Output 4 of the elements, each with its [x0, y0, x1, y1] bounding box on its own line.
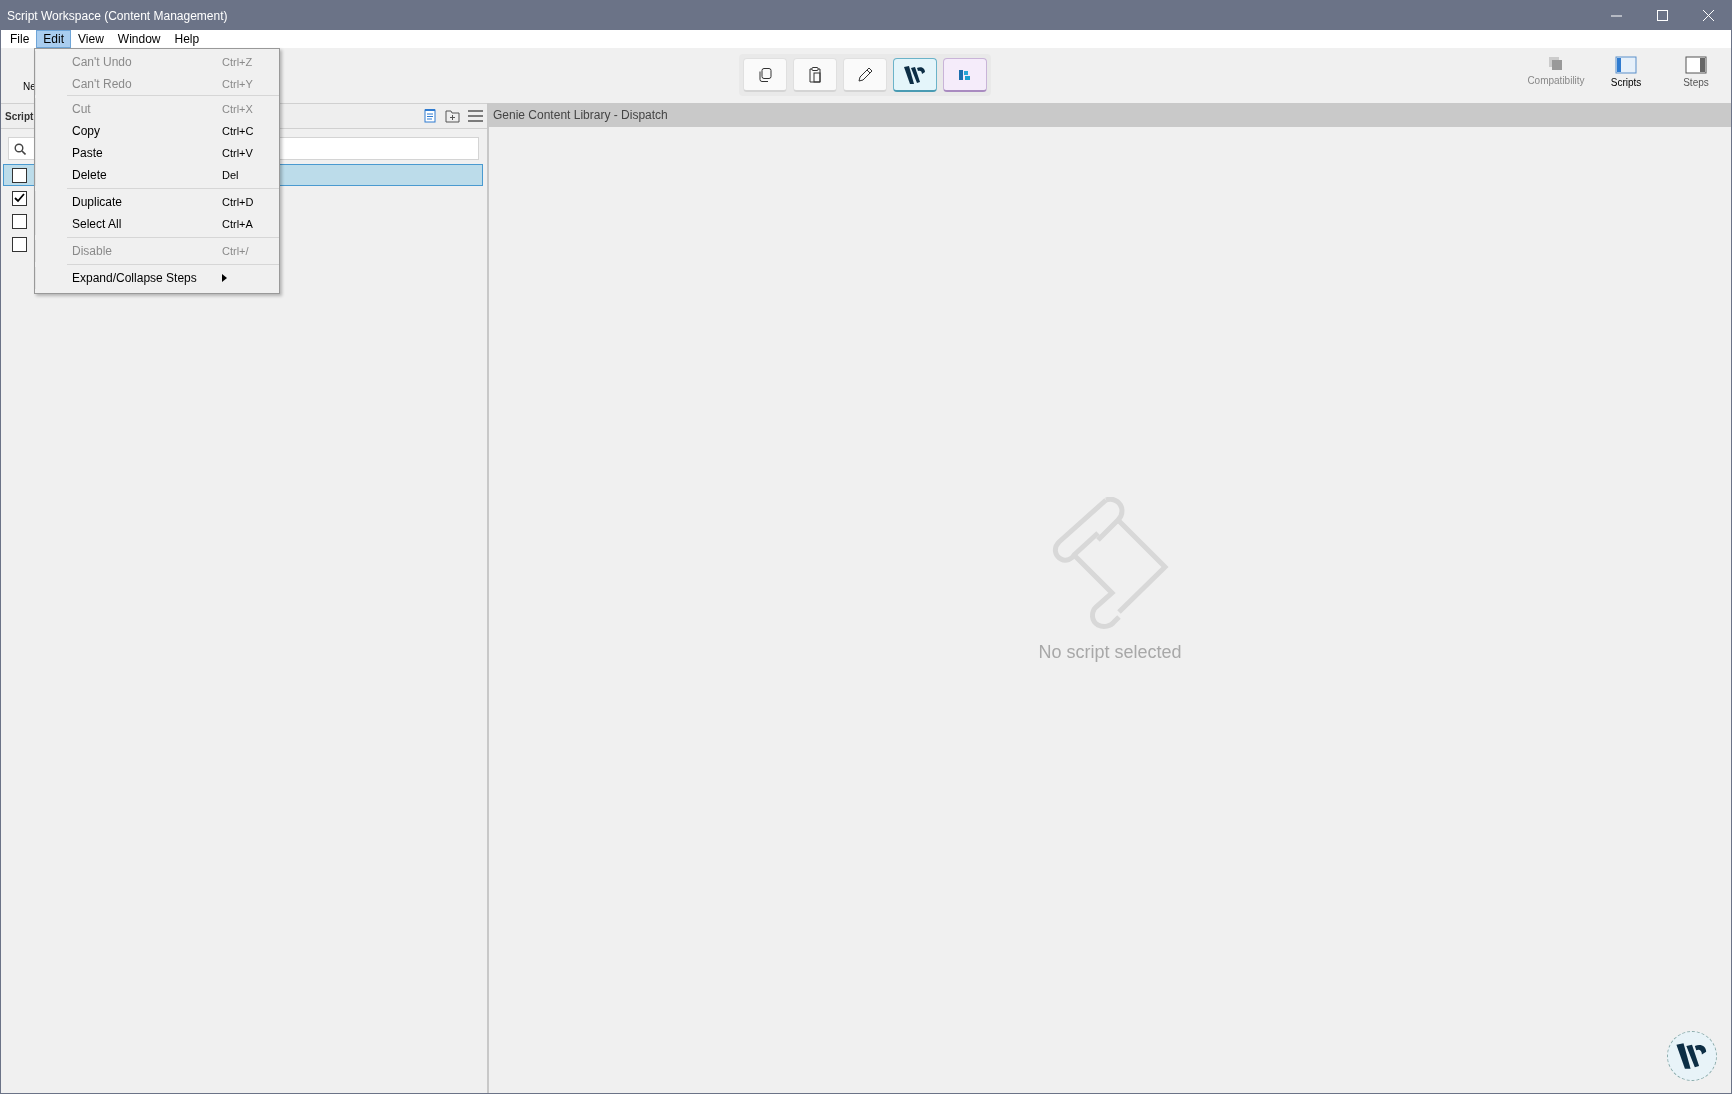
empty-state-message: No script selected — [1038, 642, 1182, 663]
panel-title: Genie Content Library - Dispatch — [493, 108, 668, 122]
panel-title: Script — [5, 110, 34, 122]
window-title: Script Workspace (Content Management) — [6, 8, 228, 23]
